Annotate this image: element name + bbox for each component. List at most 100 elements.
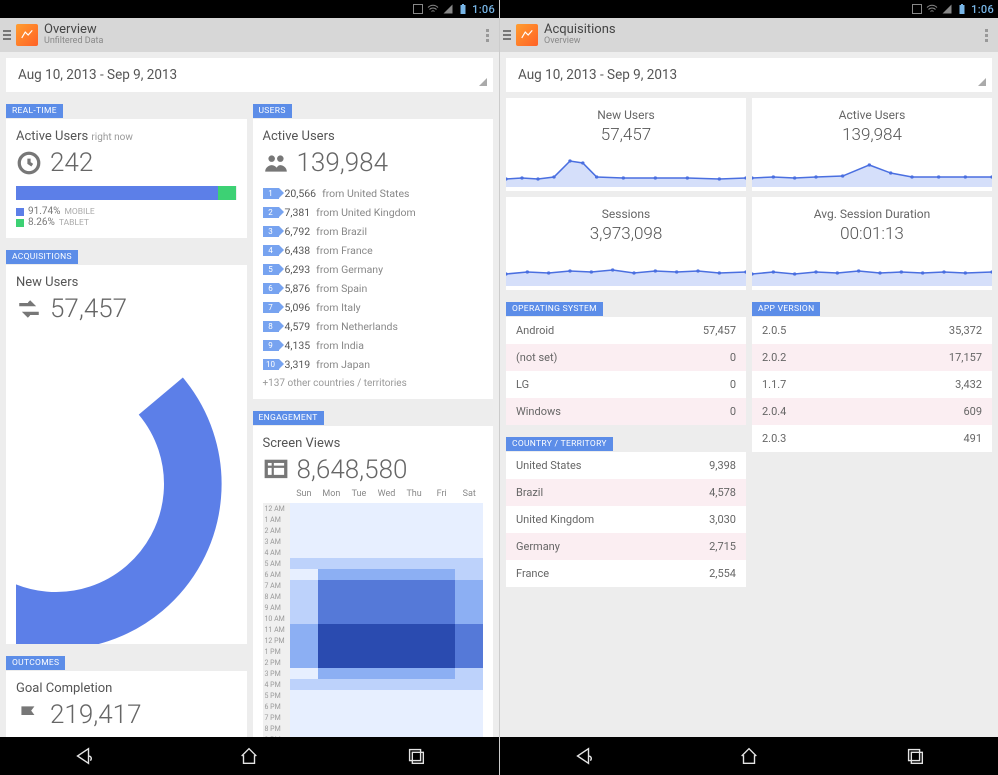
phone-acquisitions: 1:06 Acquisitions Overview Aug 10, 2013 … (499, 0, 998, 775)
wifi-icon (926, 3, 938, 15)
os-table[interactable]: Android57,457(not set)0LG0Windows0 (506, 317, 746, 425)
screenshot-icon (412, 3, 424, 15)
country-table[interactable]: United States9,398Brazil4,578United King… (506, 452, 746, 587)
legend-row: 91.74%MOBILE (16, 206, 237, 217)
table-row: Brazil4,578 (506, 479, 746, 506)
acquisitions-card[interactable]: New Users 57,457 (6, 265, 247, 644)
country-badge: COUNTRY / TERRITORY (506, 437, 613, 451)
legend-row: 8.26%TABLET (16, 217, 237, 228)
os-badge: OPERATING SYSTEM (506, 302, 603, 316)
appver-table[interactable]: 2.0.535,3722.0.217,1571.1.73,4322.0.4609… (752, 317, 992, 452)
stat-card[interactable]: Active Users 139,984 (752, 98, 992, 191)
table-row: United States9,398 (506, 452, 746, 479)
outcomes-card[interactable]: Goal Completion 219,417 (6, 671, 247, 737)
overflow-menu-icon[interactable] (978, 29, 994, 42)
analytics-app-icon (516, 24, 538, 46)
exchange-arrows-icon (16, 296, 42, 322)
battery-icon (457, 3, 469, 15)
screen-views-card[interactable]: Screen Views 8,648,580 SunMonTueWedThuFr… (253, 426, 494, 737)
heatmap: SunMonTueWedThuFriSat12 AM1 AM2 AM3 AM4 … (263, 485, 484, 737)
dropdown-triangle-icon (978, 78, 986, 86)
country-row: 46,438from France (263, 241, 484, 260)
home-nav-icon[interactable] (738, 745, 760, 767)
country-row: 36,792from Brazil (263, 222, 484, 241)
date-range-picker[interactable]: Aug 10, 2013 - Sep 9, 2013 (6, 58, 493, 92)
date-range-picker[interactable]: Aug 10, 2013 - Sep 9, 2013 (506, 58, 992, 92)
recent-nav-icon[interactable] (405, 745, 427, 767)
table-row: (not set)0 (506, 344, 746, 371)
action-bar: Acquisitions Overview (500, 18, 998, 52)
country-row: 94,135from India (263, 336, 484, 355)
status-clock: 1:06 (472, 3, 495, 16)
goal-completion-title: Goal Completion (16, 681, 237, 696)
users-icon (263, 150, 289, 176)
realtime-value: 242 (50, 148, 93, 178)
country-row: 75,096from Italy (263, 298, 484, 317)
table-row: 2.0.217,157 (752, 344, 992, 371)
stat-card[interactable]: New Users 57,457 (506, 98, 746, 191)
more-countries: +137 other countries / territories (263, 378, 484, 389)
back-nav-icon[interactable] (72, 745, 94, 767)
country-row: 65,876from Spain (263, 279, 484, 298)
android-nav-bar (500, 737, 998, 775)
stat-label: Sessions (506, 207, 746, 221)
active-users-value: 139,984 (297, 148, 389, 178)
active-users-title: Active Users (263, 129, 484, 144)
country-row: 120,566from United States (263, 184, 484, 203)
recent-nav-icon[interactable] (904, 745, 926, 767)
goal-completion-value: 219,417 (50, 700, 142, 730)
new-users-value: 57,457 (50, 294, 127, 324)
table-row: 2.0.535,372 (752, 317, 992, 344)
analytics-app-icon (16, 24, 38, 46)
page-title: Acquisitions (544, 23, 978, 37)
sparkline-chart (752, 250, 992, 286)
sparkline-chart (506, 151, 746, 187)
realtime-sub: right now (91, 132, 132, 143)
country-row: 84,579from Netherlands (263, 317, 484, 336)
stat-label: New Users (506, 108, 746, 122)
screen-views-title: Screen Views (263, 436, 484, 451)
clock-icon (16, 150, 42, 176)
menu-icon[interactable] (0, 30, 14, 40)
back-nav-icon[interactable] (572, 745, 594, 767)
status-bar: 1:06 (500, 0, 998, 18)
screen-views-value: 8,648,580 (297, 455, 408, 485)
stat-value: 3,973,098 (506, 224, 746, 244)
date-range-label: Aug 10, 2013 - Sep 9, 2013 (18, 67, 177, 83)
stat-label: Active Users (752, 108, 992, 122)
menu-icon[interactable] (500, 30, 514, 40)
date-range-label: Aug 10, 2013 - Sep 9, 2013 (518, 67, 677, 83)
active-users-card[interactable]: Active Users 139,984 120,566from United … (253, 119, 494, 399)
battery-icon (956, 3, 968, 15)
sparkline-chart (752, 151, 992, 187)
country-row: 56,293from Germany (263, 260, 484, 279)
status-clock: 1:06 (971, 3, 994, 16)
overflow-menu-icon[interactable] (479, 29, 495, 42)
phone-overview: 1:06 Overview Unfiltered Data Aug 10, 20… (0, 0, 499, 775)
sparkline-chart (506, 250, 746, 286)
stat-card[interactable]: Avg. Session Duration 00:01:13 (752, 197, 992, 290)
stat-card[interactable]: Sessions 3,973,098 (506, 197, 746, 290)
table-row: United Kingdom3,030 (506, 506, 746, 533)
screen-icon (263, 457, 289, 483)
page-title: Overview (44, 23, 479, 37)
users-badge: USERS (253, 104, 292, 118)
signal-icon (442, 3, 454, 15)
android-nav-bar (0, 737, 499, 775)
status-bar: 1:06 (0, 0, 499, 18)
table-row: France2,554 (506, 560, 746, 587)
donut-chart (16, 324, 237, 644)
realtime-card[interactable]: Active Users right now 242 91.74%MOBILE8… (6, 119, 247, 238)
home-nav-icon[interactable] (238, 745, 260, 767)
country-row: 27,381from United Kingdom (263, 203, 484, 222)
realtime-badge: REAL-TIME (6, 104, 63, 118)
new-users-title: New Users (16, 275, 237, 290)
table-row: 2.0.3491 (752, 425, 992, 452)
table-row: Android57,457 (506, 317, 746, 344)
stat-value: 00:01:13 (752, 224, 992, 244)
table-row: Germany2,715 (506, 533, 746, 560)
screenshot-icon (911, 3, 923, 15)
page-subtitle: Overview (544, 37, 978, 47)
table-row: LG0 (506, 371, 746, 398)
engagement-badge: ENGAGEMENT (253, 411, 324, 425)
